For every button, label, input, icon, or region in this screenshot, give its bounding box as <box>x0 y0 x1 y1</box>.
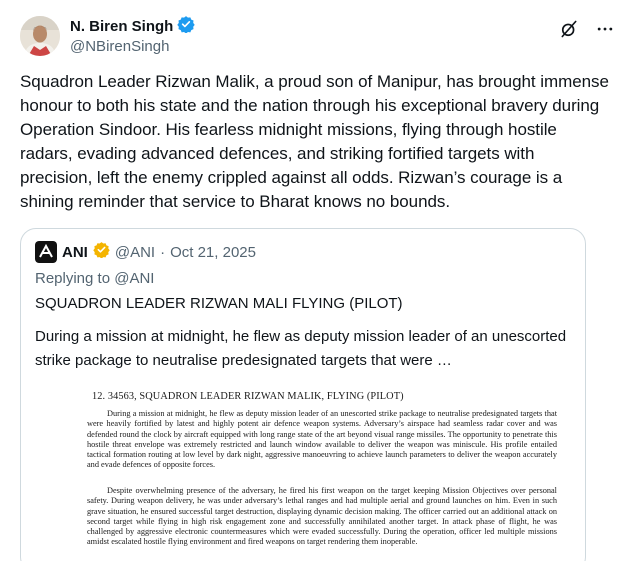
replying-prefix: Replying to <box>35 270 115 287</box>
quote-title: SQUADRON LEADER RIZWAN MALI FLYING (PILO… <box>35 295 403 312</box>
document-paragraph-1: During a mission at midnight, he flew as… <box>87 409 557 470</box>
author-handle[interactable]: @NBirenSingh <box>70 37 195 57</box>
document-heading: 12. 34563, SQUADRON LEADER RIZWAN MALIK,… <box>92 391 404 402</box>
more-icon[interactable] <box>594 18 616 40</box>
quote-avatar <box>35 241 57 263</box>
quote-document-image[interactable]: 12. 34563, SQUADRON LEADER RIZWAN MALIK,… <box>35 383 575 561</box>
quote-separator: · <box>160 243 166 261</box>
quote-author-name[interactable]: ANI <box>62 244 88 261</box>
quote-body: During a mission at midnight, he flew as… <box>35 328 567 369</box>
replying-to: Replying to @ANI <box>35 269 154 289</box>
tweet-text: Squadron Leader Rizwan Malik, a proud so… <box>20 72 609 211</box>
author-avatar[interactable] <box>20 16 60 56</box>
quote-author-handle[interactable]: @ANI <box>115 244 155 261</box>
quote-date[interactable]: Oct 21, 2025 <box>170 244 256 261</box>
replying-handle[interactable]: @ANI <box>114 270 154 287</box>
author-display-name[interactable]: N. Biren Singh <box>70 18 173 35</box>
grok-icon[interactable] <box>558 18 580 40</box>
tweet-header: N. Biren Singh @NBirenSingh <box>20 14 616 58</box>
verified-badge-icon <box>177 15 196 38</box>
document-paragraph-2: Despite overwhelming presence of the adv… <box>87 486 557 547</box>
quoted-tweet[interactable]: ANI @ANI · Oct 21, 2025 Replying to @ANI… <box>20 228 586 561</box>
verified-gold-badge-icon <box>93 241 110 263</box>
